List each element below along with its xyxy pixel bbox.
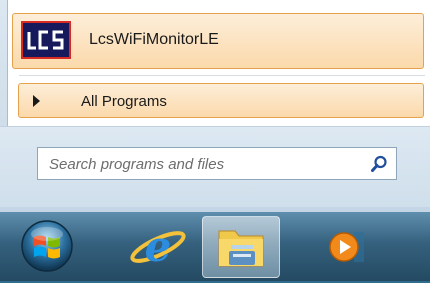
all-programs-label: All Programs [81, 93, 167, 110]
search-input[interactable]: Search programs and files [37, 147, 397, 180]
search-area: Search programs and files [0, 126, 430, 207]
lcs-logo-icon [21, 21, 71, 59]
search-placeholder: Search programs and files [49, 156, 225, 173]
taskbar-windows-explorer[interactable] [202, 216, 280, 278]
all-programs-button[interactable]: All Programs [18, 83, 424, 118]
menu-divider [19, 75, 425, 76]
internet-explorer-icon: e [130, 222, 186, 271]
taskbar-media-player[interactable] [306, 216, 384, 278]
arrow-right-icon [33, 95, 40, 107]
program-label: LcsWiFiMonitorLE [89, 31, 219, 48]
taskbar-internet-explorer[interactable]: e [118, 216, 196, 278]
search-icon[interactable] [370, 155, 388, 173]
taskbar: e [0, 212, 430, 281]
windows-orb-icon[interactable] [20, 219, 74, 273]
program-item-lcswifimonitorle[interactable]: LcsWiFiMonitorLE [12, 13, 424, 69]
media-player-icon [329, 232, 364, 262]
svg-text:e: e [145, 222, 172, 271]
windows-explorer-icon [218, 230, 264, 267]
start-menu: LcsWiFiMonitorLE All Programs Search pro… [0, 0, 430, 212]
